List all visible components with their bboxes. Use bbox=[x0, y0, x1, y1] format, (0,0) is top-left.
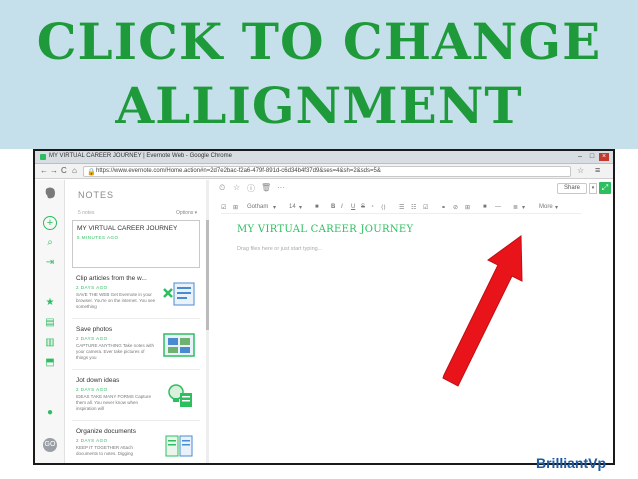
numbered-list-button[interactable]: ☷ bbox=[411, 204, 416, 211]
work-chat-icon[interactable]: ⇥ bbox=[42, 256, 58, 270]
note-snippet: KEEP IT TOGETHER Attach documents to not… bbox=[76, 445, 134, 456]
info-icon[interactable]: ⓘ bbox=[247, 183, 255, 194]
browser-toolbar: ← → C ⌂ 🔒 https://www.evernote.com/Home.… bbox=[35, 164, 613, 179]
code-block-button[interactable]: ⟨⟩ bbox=[381, 204, 386, 211]
text-color-icon[interactable]: ■ bbox=[315, 204, 319, 210]
alignment-icon[interactable]: ≣ bbox=[513, 204, 518, 211]
share-button[interactable]: Share bbox=[557, 183, 587, 194]
evernote-sidebar: + ⌕ ⇥ ★ ▤ ▥ ⬒ ● GO bbox=[35, 180, 65, 463]
list-item[interactable]: Save photos 2 DAYS AGO CAPTURE ANYTHING … bbox=[72, 322, 200, 370]
note-date: 2 DAYS AGO bbox=[76, 285, 108, 290]
note-editor: ⏲ ☆ ⓘ 🗑 ··· Share ▾ ⤢ ☑ ⊞ Gotham ▾ 14 ▾ … bbox=[209, 180, 613, 463]
editor-top-bar: ⏲ ☆ ⓘ 🗑 ··· Share ▾ ⤢ bbox=[209, 180, 613, 196]
brand-watermark: BrilliantVp bbox=[536, 455, 607, 471]
page-root: CLICK TO CHANGE ALLIGNMENT MY VIRTUAL CA… bbox=[0, 0, 638, 479]
window-titlebar: MY VIRTUAL CAREER JOURNEY | Evernote Web… bbox=[35, 151, 613, 164]
note-date: 2 DAYS AGO bbox=[76, 336, 108, 341]
home-icon[interactable]: ⌂ bbox=[72, 166, 77, 176]
note-snippet: SAVE THE WEB Get Evernote in your browse… bbox=[76, 292, 156, 309]
chevron-down-icon[interactable]: ▾ bbox=[273, 204, 276, 211]
avatar[interactable]: GO bbox=[43, 438, 57, 452]
search-icon[interactable]: ⌕ bbox=[42, 236, 58, 250]
clipping-thumbnail-icon bbox=[163, 282, 195, 306]
url-text: https://www.evernote.com/Home.action#n=2… bbox=[96, 168, 381, 174]
more-chevron-down-icon[interactable]: ▾ bbox=[555, 204, 558, 211]
note-title: Clip articles from the w... bbox=[76, 275, 147, 282]
chevron-down-icon[interactable]: ▾ bbox=[299, 204, 302, 211]
font-family-select[interactable]: Gotham bbox=[247, 204, 268, 210]
forward-arrow-icon[interactable]: → bbox=[50, 166, 58, 176]
font-size-select[interactable]: 14 bbox=[289, 204, 296, 210]
underline-button[interactable]: U bbox=[351, 204, 355, 210]
note-date: 2 DAYS AGO bbox=[76, 438, 108, 443]
lightbulb-thumbnail-icon bbox=[168, 384, 192, 407]
notes-count: 5 notes bbox=[78, 210, 95, 216]
notes-list-panel: NOTES 5 notes Options ▾ MY VIRTUAL CAREE… bbox=[66, 180, 208, 463]
maximize-icon[interactable]: □ bbox=[587, 153, 597, 161]
shortcuts-star-icon[interactable]: ★ bbox=[42, 296, 58, 310]
more-formatting-button[interactable]: More bbox=[539, 204, 553, 210]
documents-thumbnail-icon bbox=[165, 435, 193, 457]
bold-button[interactable]: B bbox=[331, 204, 335, 210]
close-icon[interactable]: × bbox=[599, 153, 609, 161]
note-snippet: IDEAS TAKE MANY FORMS Capture them all. … bbox=[76, 394, 152, 411]
trash-icon[interactable]: 🗑 bbox=[261, 183, 271, 192]
formatting-toolbar: ☑ ⊞ Gotham ▾ 14 ▾ ■ B I U S ⁺ ⟨⟩ ☰ ☷ ☑ ⚭… bbox=[221, 202, 581, 214]
notebooks-icon[interactable]: ▥ bbox=[42, 336, 58, 350]
list-item[interactable]: MY VIRTUAL CAREER JOURNEY 5 MINUTES AGO bbox=[72, 220, 200, 268]
note-snippet: CAPTURE ANYTHING Take notes with your ca… bbox=[76, 343, 154, 360]
superscript-button[interactable]: ⁺ bbox=[371, 204, 374, 211]
minimize-icon[interactable]: – bbox=[575, 153, 585, 161]
list-item[interactable]: Clip articles from the w... 2 DAYS AGO S… bbox=[72, 271, 200, 319]
note-date: 5 MINUTES AGO bbox=[77, 235, 119, 240]
notes-options-dropdown[interactable]: Options ▾ bbox=[176, 210, 197, 216]
evernote-favicon-icon bbox=[40, 154, 46, 160]
back-arrow-icon[interactable]: ← bbox=[40, 166, 48, 176]
elephant-logo-icon[interactable] bbox=[42, 186, 58, 200]
note-title-field[interactable]: MY VIRTUAL CAREER JOURNEY bbox=[237, 224, 413, 235]
note-title: Organize documents bbox=[76, 428, 136, 435]
checklist-button[interactable]: ☑ bbox=[423, 204, 428, 211]
note-date: 2 DAYS AGO bbox=[76, 387, 108, 392]
alignment-chevron-down-icon[interactable]: ▾ bbox=[522, 204, 525, 211]
evernote-screenshot: MY VIRTUAL CAREER JOURNEY | Evernote Web… bbox=[33, 149, 615, 465]
reminder-icon[interactable]: ⏲ bbox=[219, 183, 225, 193]
note-title: Save photos bbox=[76, 326, 113, 333]
tips-icon[interactable]: ● bbox=[42, 406, 58, 420]
browser-menu-icon[interactable]: ≡ bbox=[595, 165, 600, 175]
reload-icon[interactable]: C bbox=[61, 166, 67, 176]
italic-button[interactable]: I bbox=[341, 204, 343, 210]
expand-icon[interactable]: ⤢ bbox=[599, 182, 611, 194]
address-bar[interactable]: 🔒 https://www.evernote.com/Home.action#n… bbox=[83, 166, 571, 177]
bulleted-list-button[interactable]: ☰ bbox=[399, 204, 404, 211]
photos-thumbnail-icon bbox=[163, 333, 195, 357]
list-item[interactable]: Organize documents 2 DAYS AGO KEEP IT TO… bbox=[72, 424, 200, 463]
notes-heading: NOTES bbox=[78, 190, 115, 200]
star-icon[interactable]: ☆ bbox=[233, 183, 240, 192]
highlight-icon[interactable]: ■ bbox=[483, 204, 487, 210]
share-dropdown-arrow-icon[interactable]: ▾ bbox=[589, 183, 597, 194]
bookmark-star-icon[interactable]: ☆ bbox=[577, 166, 584, 175]
lock-icon: 🔒 bbox=[87, 169, 96, 176]
note-title: Jot down ideas bbox=[76, 377, 120, 384]
strikethrough-button[interactable]: S bbox=[361, 204, 365, 210]
tags-icon[interactable]: ⬒ bbox=[42, 356, 58, 370]
attach-icon[interactable]: ⊘ bbox=[453, 204, 458, 211]
note-title: MY VIRTUAL CAREER JOURNEY bbox=[77, 225, 178, 232]
instruction-banner: CLICK TO CHANGE ALLIGNMENT bbox=[0, 0, 638, 149]
insert-table-icon[interactable]: ⊞ bbox=[465, 204, 470, 211]
window-title: MY VIRTUAL CAREER JOURNEY | Evernote Web… bbox=[49, 153, 232, 159]
notes-icon[interactable]: ▤ bbox=[42, 316, 58, 330]
table-format-icon[interactable]: ⊞ bbox=[233, 204, 238, 211]
note-body-placeholder[interactable]: Drag files here or just start typing... bbox=[237, 246, 322, 252]
link-icon[interactable]: ⚭ bbox=[441, 204, 446, 211]
list-item[interactable]: Jot down ideas 2 DAYS AGO IDEAS TAKE MAN… bbox=[72, 373, 200, 421]
banner-title-line-1: CLICK TO CHANGE bbox=[36, 12, 602, 71]
checkbox-format-icon[interactable]: ☑ bbox=[221, 204, 226, 211]
banner-title-line-2: ALLIGNMENT bbox=[115, 76, 523, 135]
more-actions-icon[interactable]: ··· bbox=[277, 183, 285, 192]
horizontal-rule-icon[interactable]: ― bbox=[495, 204, 501, 210]
new-note-icon[interactable]: + bbox=[43, 216, 57, 230]
